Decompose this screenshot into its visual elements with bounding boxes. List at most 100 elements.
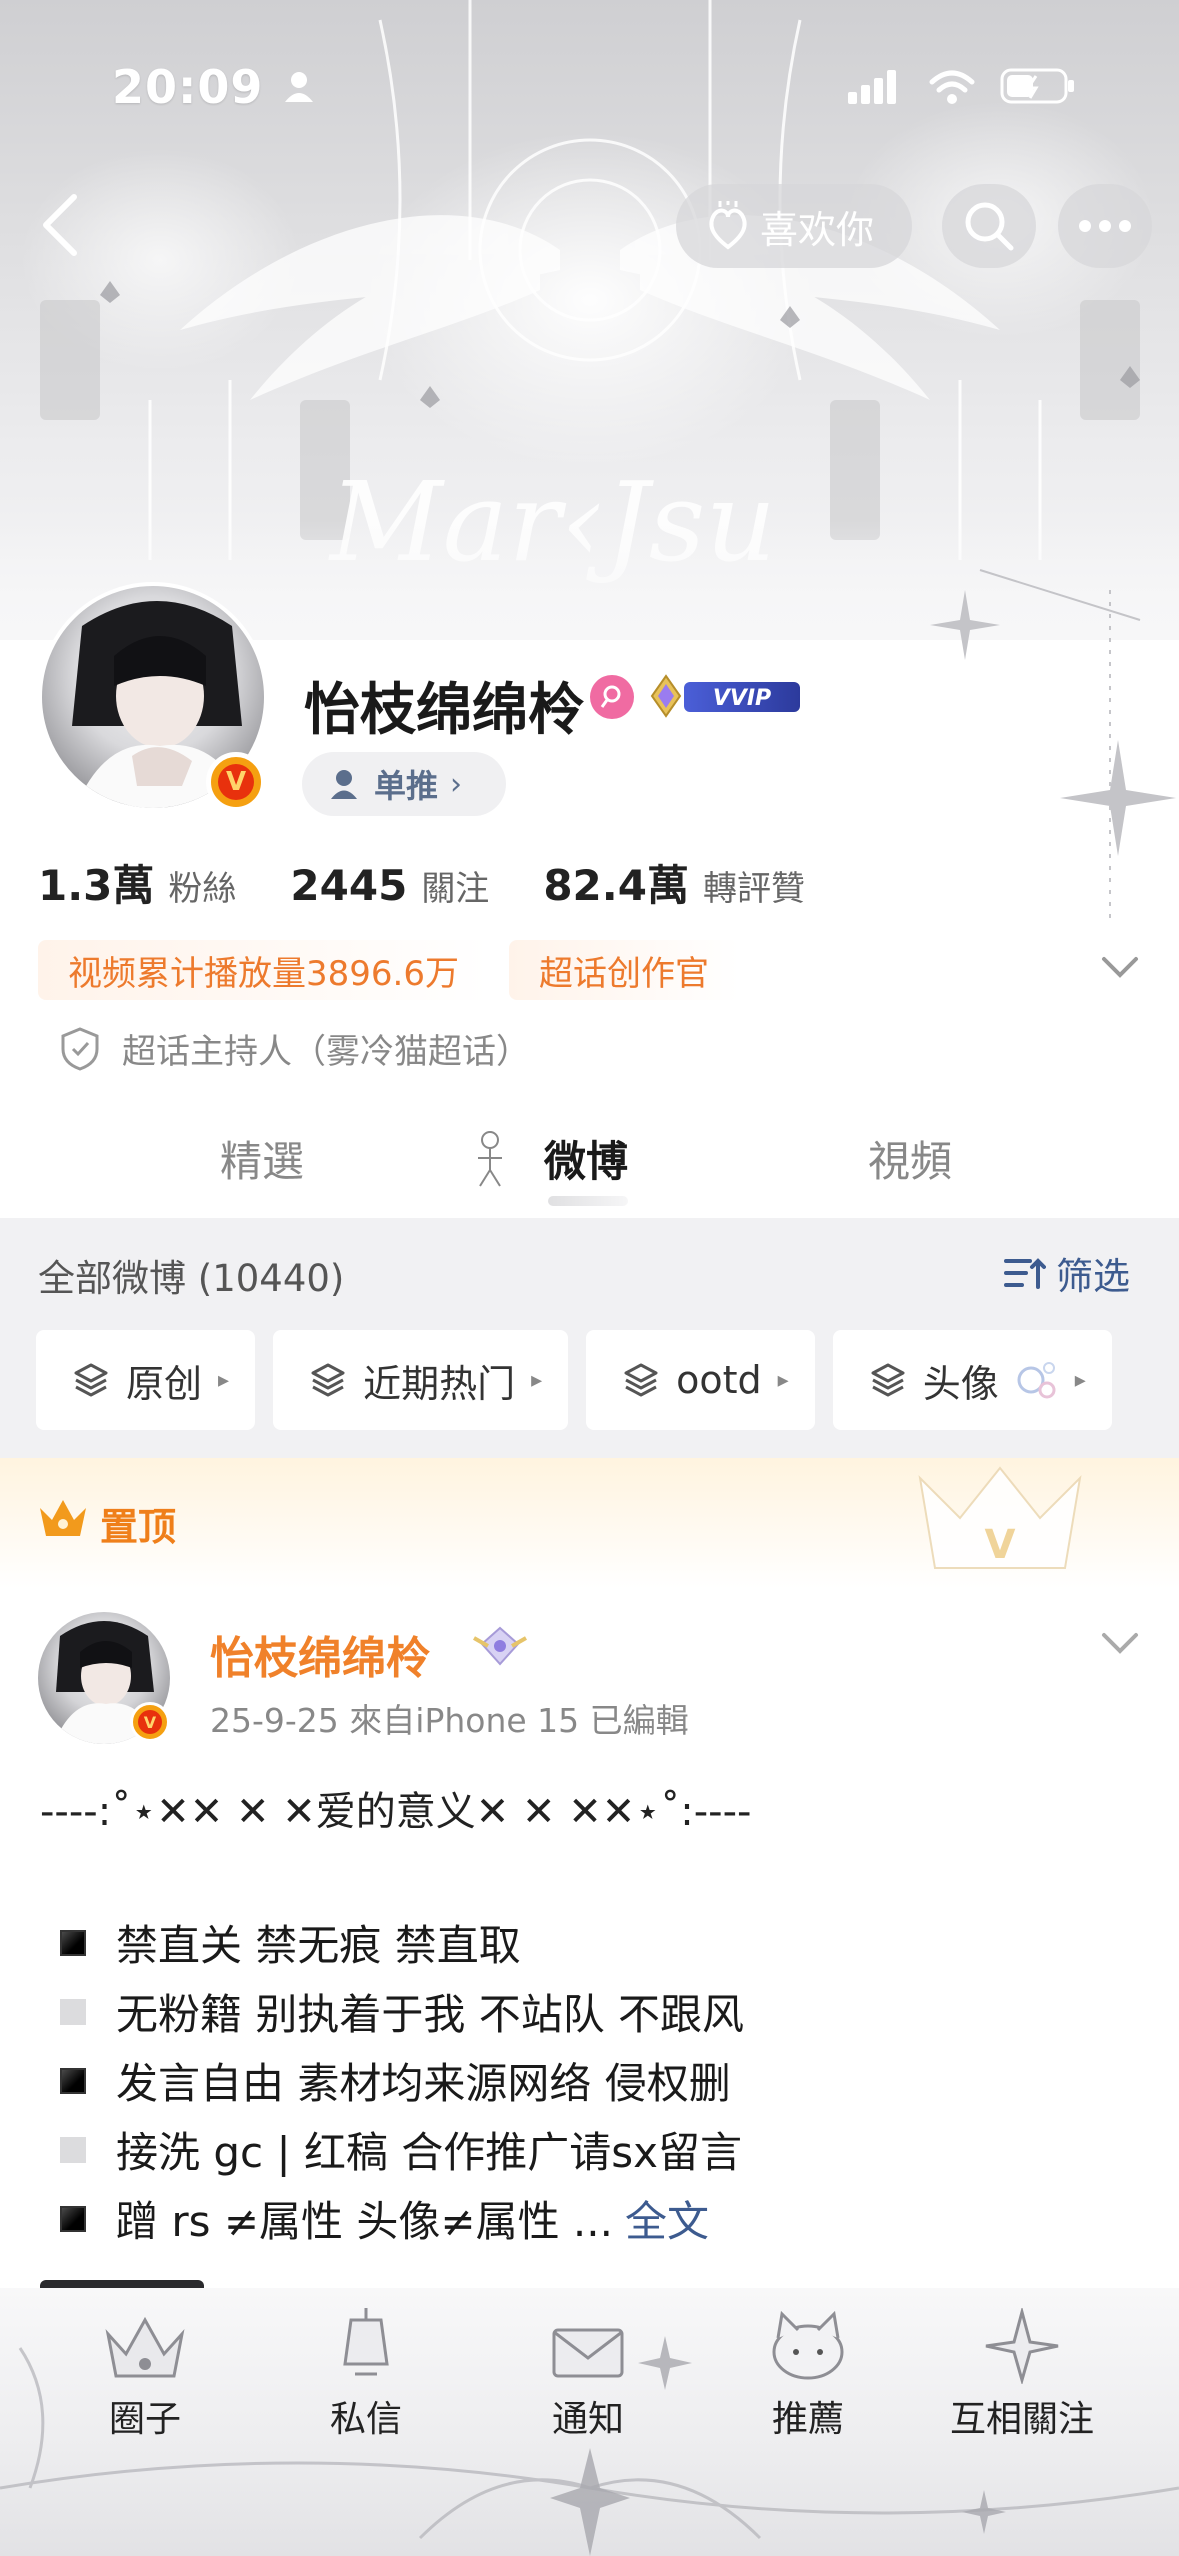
- nav-mutual-follow[interactable]: 互相關注: [950, 2308, 1094, 2442]
- verified-v-icon: V: [138, 1710, 162, 1734]
- stat-value: 82.4萬: [543, 861, 689, 910]
- full-text-link[interactable]: 全文: [625, 2188, 709, 2249]
- filter-button[interactable]: 筛选: [1004, 1246, 1130, 1300]
- sparkle-ornament: [930, 569, 1176, 920]
- bottom-tab-bar: 圈子 私信 通知 推薦 互相關注: [0, 2288, 1179, 2556]
- key-icon: [600, 685, 621, 708]
- layers-icon: [74, 1363, 108, 1397]
- single-support-button[interactable]: 单推 ›: [302, 752, 506, 816]
- filter-chips: 原创 ▸ 近期热门 ▸ ootd ▸ 头像 ▸: [36, 1330, 1112, 1430]
- post-menu-chevron-icon[interactable]: [1100, 1630, 1140, 1656]
- chip-original[interactable]: 原创 ▸: [36, 1330, 256, 1430]
- nav-messages[interactable]: 私信: [330, 2308, 403, 2442]
- post-line-text: 发言自由 素材均来源网络 侵权删: [116, 2059, 731, 2108]
- like-you-label: 喜欢你: [760, 207, 875, 252]
- post-line: 无粉籍 别执着于我 不站队 不跟风: [40, 1977, 1140, 2046]
- verified-badge: V: [206, 752, 266, 812]
- more-button[interactable]: [1058, 184, 1152, 268]
- pinned-label: 置顶: [100, 1505, 177, 1549]
- post-author-badge: [473, 1626, 527, 1666]
- layers-icon: [624, 1363, 658, 1397]
- envelope-icon: [552, 2328, 624, 2378]
- signal-icon: [848, 70, 896, 104]
- crown-icon: [40, 1500, 86, 1536]
- chip-arrow-icon: ▸: [218, 1367, 230, 1393]
- chip-avatar[interactable]: 头像 ▸: [832, 1330, 1112, 1430]
- chevron-right-icon: ›: [450, 766, 463, 802]
- nav-circle[interactable]: 圈子: [100, 2316, 190, 2442]
- svg-text:V: V: [985, 1522, 1016, 1568]
- person-icon: [285, 72, 313, 102]
- nav-label: 私信: [330, 2399, 403, 2440]
- super-topic-host-row[interactable]: 超话主持人（雾冷猫超话）: [60, 1024, 530, 1073]
- nav-label: 圈子: [108, 2399, 181, 2440]
- heart-hand-icon: [709, 201, 747, 250]
- post-title-line: ----:˚⋆✕✕ ✕ ✕爱的意义✕ ✕ ✕✕⋆˚:----: [40, 1789, 752, 1835]
- layers-icon: [311, 1363, 345, 1397]
- back-button[interactable]: [28, 190, 92, 260]
- tab-weibo[interactable]: 微博: [544, 1128, 628, 1189]
- layers-icon: [871, 1363, 905, 1397]
- vvip-badge[interactable]: VVIP: [648, 670, 804, 722]
- tab-featured[interactable]: 精選: [220, 1128, 304, 1189]
- chip-ootd[interactable]: ootd ▸: [586, 1330, 815, 1430]
- profile-tags: 视频累计播放量3896.6万 超话创作官: [38, 940, 739, 1000]
- nav-notifications[interactable]: 通知: [548, 2328, 628, 2442]
- verified-v-icon: V: [218, 764, 254, 800]
- single-support-label: 单推: [374, 767, 439, 805]
- battery-icon: [1000, 68, 1074, 104]
- post-line-text: 无粉籍 别执着于我 不站队 不跟风: [116, 1990, 745, 2039]
- stat-value: 2445: [290, 861, 408, 910]
- bubbles-icon: [1017, 1362, 1056, 1399]
- post-line-text: 禁直关 禁无痕 禁直取: [116, 1921, 521, 1970]
- post-meta: 25-9-25 來自iPhone 15 已編輯: [210, 1701, 689, 1740]
- grey-square-icon: [60, 2136, 86, 2163]
- chip-arrow-icon: ▸: [1074, 1367, 1086, 1393]
- tab-figure-icon: [478, 1131, 502, 1187]
- black-square-icon: [60, 1929, 86, 1956]
- post-line-text: 蹭 rs ≠属性 头像≠属性 ...: [116, 2197, 613, 2246]
- nav-recommend[interactable]: 推薦: [768, 2310, 848, 2442]
- stat-following[interactable]: 2445 關注: [290, 861, 489, 910]
- video-views-tag[interactable]: 视频累计播放量3896.6万: [38, 940, 489, 1000]
- creator-tag[interactable]: 超话创作官: [508, 940, 739, 1000]
- vvip-label: VVIP: [713, 686, 771, 711]
- black-square-icon: [60, 2205, 86, 2232]
- shield-icon: [61, 1026, 99, 1071]
- profile-tabs: 精選 微博 視頻: [0, 1106, 1179, 1216]
- lantern-icon: [343, 2308, 389, 2376]
- chip-recent-hot[interactable]: 近期热门 ▸: [273, 1330, 569, 1430]
- post-line: 接洗 gc | 红稿 合作推广请sx留言: [40, 2115, 1140, 2184]
- chip-arrow-icon: ▸: [777, 1367, 789, 1393]
- wifi-icon: [929, 70, 975, 104]
- host-label: 超话主持人（雾冷猫超话）: [122, 1032, 530, 1072]
- post-filter-section: 全部微博 (10440) 筛选 原创 ▸ 近期热门 ▸ ootd ▸ 头像 ▸: [0, 1218, 1179, 1458]
- chip-arrow-icon: ▸: [531, 1367, 543, 1393]
- stat-engagement[interactable]: 82.4萬 轉評贊: [543, 852, 805, 913]
- status-bar: 20:09: [0, 40, 1179, 130]
- post-line-text: 接洗 gc | 红稿 合作推广请sx留言: [116, 2128, 743, 2177]
- tab-videos[interactable]: 視頻: [868, 1128, 952, 1189]
- filter-label: 筛选: [1056, 1255, 1130, 1298]
- post-verified-badge: V: [130, 1702, 170, 1742]
- search-button[interactable]: [942, 184, 1036, 268]
- stat-value: 1.3萬: [38, 861, 155, 910]
- stat-label: 粉絲: [168, 869, 237, 909]
- stat-label: 轉評贊: [702, 869, 805, 909]
- crown-icon: [105, 2316, 185, 2378]
- membership-badge-icon[interactable]: [590, 675, 634, 719]
- nav-label: 推薦: [771, 2399, 844, 2440]
- search-icon: [965, 202, 1014, 251]
- post-line: 蹭 rs ≠属性 头像≠属性 ... 全文: [40, 2184, 1140, 2253]
- back-chevron-icon: [43, 194, 77, 256]
- hellokitty-icon: [772, 2310, 844, 2380]
- stat-followers[interactable]: 1.3萬 粉絲: [38, 852, 236, 913]
- post-line: 禁直关 禁无痕 禁直取: [40, 1908, 1140, 1977]
- active-tab-indicator: [548, 1196, 628, 1206]
- black-square-icon: [60, 2067, 86, 2094]
- post-body[interactable]: ----:˚⋆✕✕ ✕ ✕爱的意义✕ ✕ ✕✕⋆˚:---- 禁直关 禁无痕 禁…: [40, 1778, 1140, 2253]
- like-you-button[interactable]: 喜欢你: [676, 184, 912, 268]
- expand-chevron-icon[interactable]: [1100, 954, 1140, 980]
- chip-label: 近期热门: [363, 1361, 516, 1406]
- post-author-name[interactable]: 怡枝绵绵柃: [210, 1622, 430, 1686]
